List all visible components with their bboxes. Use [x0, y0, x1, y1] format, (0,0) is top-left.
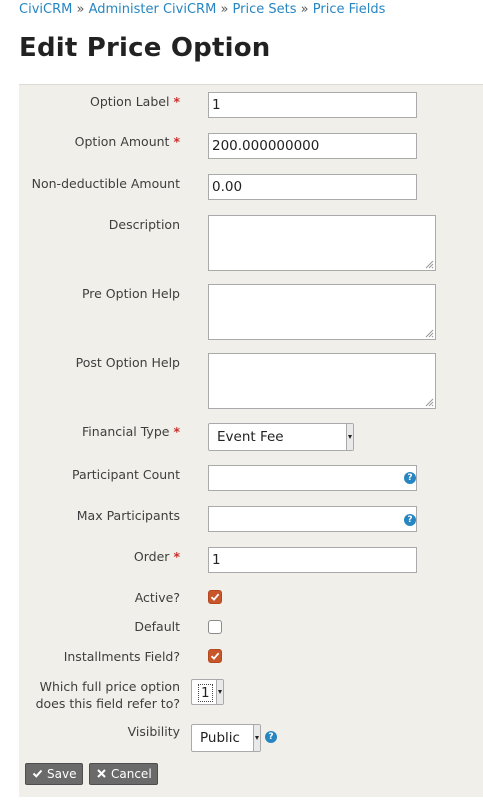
participant-count-label: Participant Count — [71, 467, 180, 482]
breadcrumb-separator: » — [76, 2, 85, 17]
required-marker: * — [173, 424, 180, 439]
resize-grip-icon[interactable] — [425, 398, 434, 407]
page-title: Edit Price Option — [19, 33, 271, 63]
breadcrumb-separator: » — [220, 2, 229, 17]
breadcrumb-civicrm[interactable]: CiviCRM — [19, 2, 72, 17]
default-checkbox[interactable] — [208, 620, 222, 634]
cancel-button[interactable]: Cancel — [89, 763, 158, 785]
chevron-down-icon — [216, 680, 223, 704]
full-price-option-label: Which full price option does this field … — [35, 679, 180, 711]
financial-type-value: Event Fee — [217, 429, 284, 445]
required-marker: * — [173, 549, 180, 564]
close-icon — [97, 769, 106, 778]
installments-field-label: Installments Field? — [63, 649, 180, 664]
breadcrumb-price-sets[interactable]: Price Sets — [233, 2, 297, 17]
required-marker: * — [173, 94, 180, 109]
option-amount-label: Option Amount * — [74, 134, 180, 149]
visibility-label: Visibility — [127, 724, 180, 739]
option-label-label: Option Label * — [90, 94, 180, 109]
check-icon — [32, 769, 43, 778]
financial-type-label: Financial Type * — [82, 424, 180, 439]
active-checkbox[interactable] — [208, 590, 222, 604]
breadcrumb: CiviCRM » Administer CiviCRM » Price Set… — [19, 2, 385, 17]
help-icon[interactable]: ? — [404, 472, 416, 484]
chevron-down-icon — [253, 725, 260, 751]
option-amount-input[interactable] — [208, 133, 417, 159]
form-panel: Option Label* Option Amount* Non-deducti… — [19, 84, 483, 797]
post-option-help-textarea[interactable] — [208, 353, 436, 409]
order-input[interactable] — [208, 547, 417, 573]
check-icon — [210, 652, 220, 660]
resize-grip-icon[interactable] — [425, 329, 434, 338]
chevron-down-icon — [346, 424, 353, 450]
description-textarea[interactable] — [208, 215, 436, 271]
default-label: Default — [134, 619, 180, 634]
visibility-select[interactable]: Public — [191, 724, 261, 752]
breadcrumb-price-fields[interactable]: Price Fields — [313, 2, 386, 17]
resize-grip-icon[interactable] — [425, 260, 434, 269]
breadcrumb-separator: » — [300, 2, 309, 17]
max-participants-input[interactable] — [208, 506, 417, 532]
save-button[interactable]: Save — [25, 763, 83, 785]
installments-field-checkbox[interactable] — [208, 649, 222, 663]
non-deductible-label: Non-deductible Amount — [31, 176, 180, 191]
breadcrumb-administer[interactable]: Administer CiviCRM — [89, 2, 217, 17]
active-label: Active? — [134, 590, 180, 605]
check-icon — [210, 593, 220, 601]
max-participants-label: Max Participants — [76, 508, 180, 523]
post-option-help-label: Post Option Help — [75, 355, 180, 370]
help-icon[interactable]: ? — [265, 731, 277, 743]
description-label: Description — [108, 217, 180, 232]
full-price-option-value: 1 — [198, 684, 213, 702]
required-marker: * — [173, 134, 180, 149]
pre-option-help-label: Pre Option Help — [81, 286, 180, 301]
order-label: Order * — [133, 549, 180, 564]
participant-count-input[interactable] — [208, 465, 417, 491]
help-icon[interactable]: ? — [404, 514, 416, 526]
non-deductible-input[interactable] — [208, 174, 417, 200]
full-price-option-select[interactable]: 1 — [191, 679, 224, 705]
visibility-value: Public — [200, 730, 240, 746]
financial-type-select[interactable]: Event Fee — [208, 423, 354, 451]
option-label-input[interactable] — [208, 92, 417, 118]
pre-option-help-textarea[interactable] — [208, 284, 436, 340]
